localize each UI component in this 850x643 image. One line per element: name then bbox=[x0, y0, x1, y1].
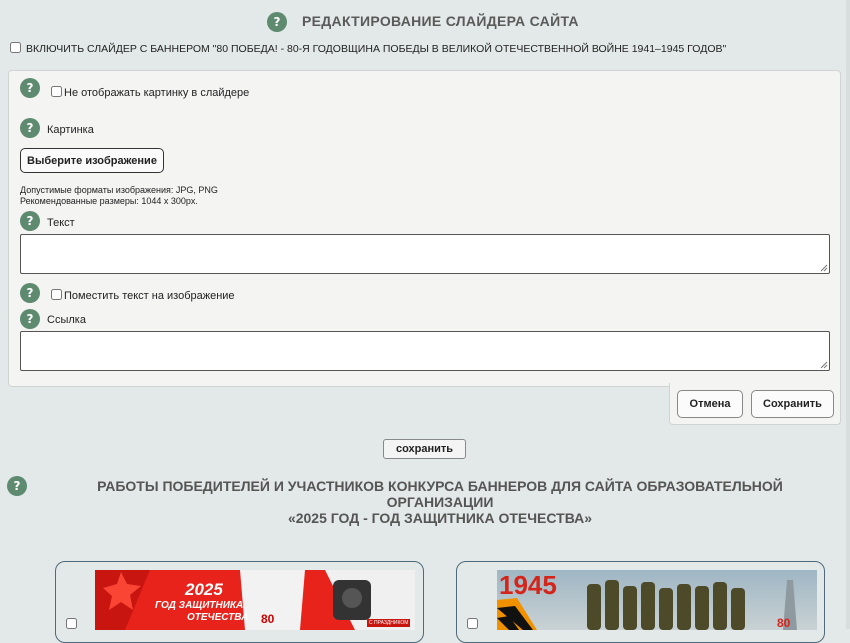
contest-title: РАБОТЫ ПОБЕДИТЕЛЕЙ И УЧАСТНИКОВ КОНКУРСА… bbox=[60, 478, 820, 526]
help-icon[interactable]: ? bbox=[7, 476, 27, 496]
contest-title-line1: РАБОТЫ ПОБЕДИТЕЛЕЙ И УЧАСТНИКОВ КОНКУРСА… bbox=[97, 478, 783, 510]
banner-tag: С ПРАЗДНИКОМ bbox=[367, 619, 411, 627]
resize-grip-icon[interactable] bbox=[820, 361, 828, 369]
hide-image-checkbox[interactable] bbox=[51, 86, 62, 97]
contest-title-line2: «2025 ГОД - ГОД ЗАЩИТНИКА ОТЕЧЕСТВА» bbox=[287, 510, 593, 526]
enable-slider-label: ВКЛЮЧИТЬ СЛАЙДЕР С БАННЕРОМ "80 ПОБЕДА! … bbox=[26, 43, 727, 55]
save-all-button[interactable]: сохранить bbox=[383, 439, 466, 459]
banner-image-1945[interactable]: 1945 80 bbox=[497, 570, 817, 630]
hide-image-label: Не отображать картинку в слайдере bbox=[64, 87, 250, 99]
banner-year: 2025 bbox=[185, 580, 223, 599]
scrollbar-track[interactable] bbox=[846, 0, 850, 629]
enable-slider-checkbox[interactable] bbox=[10, 42, 21, 53]
help-icon[interactable]: ? bbox=[20, 78, 40, 98]
image-label: Картинка bbox=[47, 124, 94, 136]
cancel-button[interactable]: Отмена bbox=[677, 390, 743, 418]
formats-note: Допустимые форматы изображения: JPG, PNG bbox=[20, 185, 218, 195]
save-button[interactable]: Сохранить bbox=[751, 390, 834, 418]
text-label: Текст bbox=[47, 217, 75, 229]
resize-grip-icon[interactable] bbox=[820, 264, 828, 272]
help-icon[interactable]: ? bbox=[20, 283, 40, 303]
help-icon[interactable]: ? bbox=[20, 118, 40, 138]
link-textarea[interactable] bbox=[20, 331, 830, 371]
banner-line2: ОТЕЧЕСТВА bbox=[187, 612, 249, 623]
overlay-text-checkbox[interactable] bbox=[51, 289, 62, 300]
overlay-text-label: Поместить текст на изображение bbox=[64, 290, 235, 302]
size-note: Рекомендованные размеры: 1044 x 300px. bbox=[20, 196, 198, 206]
banner-select-checkbox[interactable] bbox=[66, 618, 77, 629]
text-textarea[interactable] bbox=[20, 234, 830, 274]
choose-image-button[interactable]: Выберите изображение bbox=[20, 148, 164, 173]
banner-select-checkbox[interactable] bbox=[467, 618, 478, 629]
help-icon[interactable]: ? bbox=[20, 211, 40, 231]
help-icon[interactable]: ? bbox=[20, 309, 40, 329]
banner-image-2025[interactable]: 2025 ГОД ЗАЩИТНИКА ОТЕЧЕСТВА 80 С ПРАЗДН… bbox=[95, 570, 415, 630]
banner-year: 1945 bbox=[499, 570, 557, 600]
page-title: РЕДАКТИРОВАНИЕ СЛАЙДЕРА САЙТА bbox=[302, 13, 579, 29]
help-icon[interactable]: ? bbox=[267, 12, 287, 32]
link-label: Ссылка bbox=[47, 314, 86, 326]
banner-badge: 80 bbox=[261, 612, 275, 626]
banner-line1: ГОД ЗАЩИТНИКА bbox=[155, 600, 244, 611]
banner-badge: 80 bbox=[777, 616, 791, 630]
